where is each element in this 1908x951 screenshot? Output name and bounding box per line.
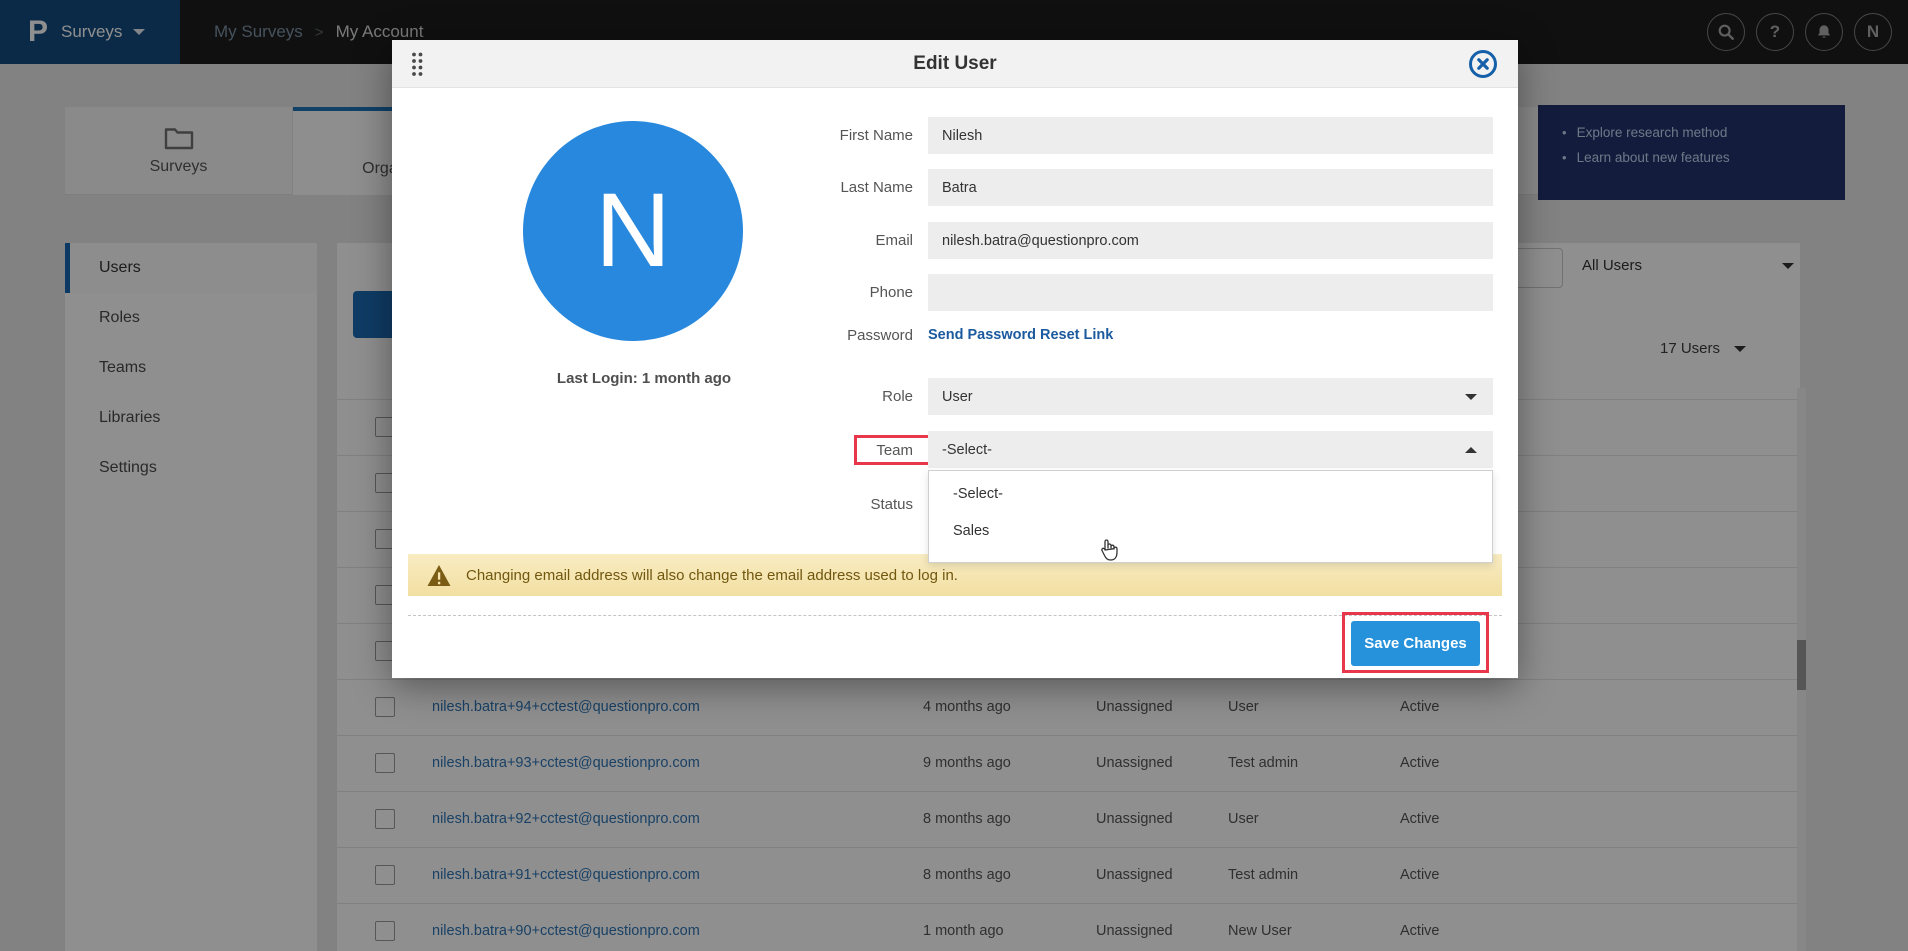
last-login-text: Last Login: 1 month ago (424, 370, 864, 387)
phone-label: Phone (753, 284, 913, 301)
team-option-select[interactable]: -Select- (953, 486, 1003, 502)
team-option-sales[interactable]: Sales (953, 523, 989, 539)
phone-field[interactable] (928, 274, 1493, 311)
warning-triangle-icon (426, 564, 452, 587)
chevron-down-icon (1465, 394, 1477, 400)
email-label: Email (753, 232, 913, 249)
footer-divider (408, 615, 1502, 616)
role-label: Role (753, 388, 913, 405)
team-dropdown-menu: -Select- Sales (928, 470, 1493, 563)
team-value: -Select- (942, 442, 992, 458)
role-select[interactable]: User (928, 378, 1493, 415)
chevron-up-icon (1465, 447, 1477, 453)
close-icon[interactable] (1468, 49, 1498, 79)
status-label: Status (753, 496, 913, 513)
modal-title: Edit User (392, 53, 1518, 75)
role-value: User (942, 389, 973, 405)
send-password-reset-link[interactable]: Send Password Reset Link (928, 327, 1113, 343)
team-label-annotation-box (854, 435, 931, 465)
warning-text: Changing email address will also change … (466, 567, 958, 584)
team-select[interactable]: -Select- (928, 431, 1493, 468)
app-root: P Surveys My Surveys > My Account ? N Su… (0, 0, 1908, 951)
modal-header: Edit User (392, 40, 1518, 88)
first-name-field[interactable] (928, 117, 1493, 154)
edit-user-modal: Edit User N Last Login: 1 month ago Firs… (392, 40, 1518, 678)
last-name-label: Last Name (753, 179, 913, 196)
user-avatar-large: N (523, 121, 743, 341)
save-changes-button[interactable]: Save Changes (1351, 621, 1480, 666)
first-name-label: First Name (753, 127, 913, 144)
last-name-field[interactable] (928, 169, 1493, 206)
hand-pointer-cursor (1097, 535, 1121, 565)
password-label: Password (753, 327, 913, 344)
email-field[interactable] (928, 222, 1493, 259)
